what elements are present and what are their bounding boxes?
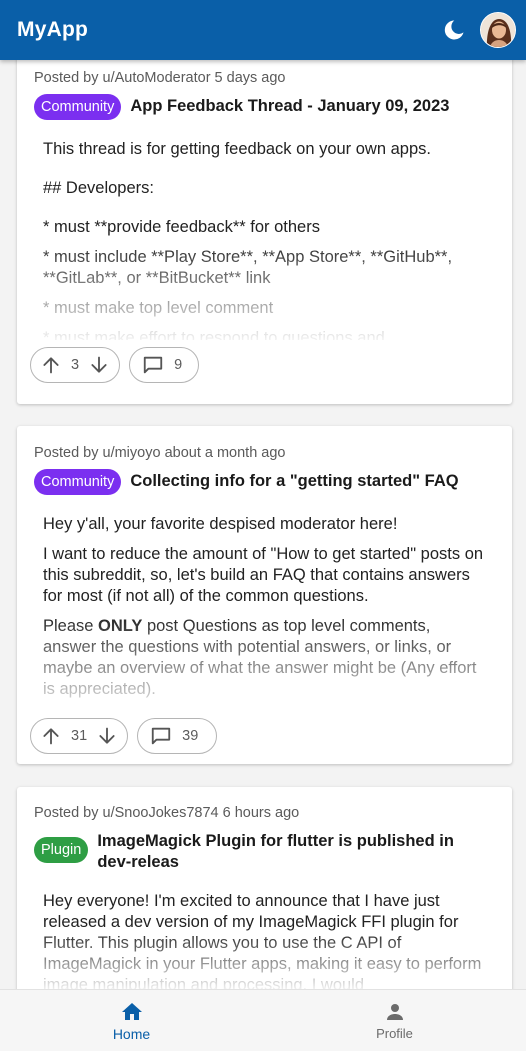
- vote-count: 3: [71, 357, 80, 373]
- vote-control: 3: [30, 347, 121, 383]
- post-actions: 3 9: [30, 347, 200, 383]
- vote-count: 31: [71, 728, 88, 744]
- post-meta: Posted by u/miyoyo about a month ago: [34, 445, 286, 461]
- post-body-line: I want to reduce the amount of "How to g…: [43, 545, 484, 605]
- post-body-line: * must **provide feedback** for others: [43, 218, 320, 236]
- comment-count: 9: [174, 357, 183, 373]
- comment-icon: [151, 727, 171, 745]
- post-title[interactable]: ImageMagick Plugin for flutter is publis…: [97, 829, 492, 873]
- nav-home[interactable]: Home: [0, 990, 263, 1051]
- upvote-icon[interactable]: [41, 726, 61, 746]
- post-body-line: * must include **Play Store**, **App Sto…: [43, 248, 453, 287]
- home-icon: [121, 1002, 142, 1020]
- person-icon: [386, 1004, 403, 1020]
- user-avatar[interactable]: [480, 12, 516, 48]
- post-card[interactable]: Posted by u/SnooJokes7874 6 hours ago Pl…: [17, 787, 512, 990]
- post-meta: Posted by u/SnooJokes7874 6 hours ago: [34, 805, 300, 821]
- downvote-icon[interactable]: [97, 726, 117, 746]
- upvote-icon[interactable]: [41, 355, 61, 375]
- post-body-line: * must make effort to respond to questio…: [43, 329, 385, 340]
- nav-profile[interactable]: Profile: [263, 990, 526, 1051]
- post-feed[interactable]: Posted by u/AutoModerator 5 days ago Com…: [0, 60, 526, 990]
- post-title[interactable]: Collecting info for a "getting started" …: [130, 469, 458, 492]
- nav-profile-label: Profile: [376, 1026, 413, 1041]
- post-flair[interactable]: Community: [34, 469, 122, 495]
- post-body-line: Hey everyone! I'm excited to announce th…: [43, 892, 482, 990]
- post-card[interactable]: Posted by u/miyoyo about a month ago Com…: [17, 426, 512, 764]
- downvote-icon[interactable]: [89, 355, 109, 375]
- dark-mode-toggle[interactable]: [434, 10, 474, 50]
- post-body: Hey y'all, your favorite despised modera…: [43, 514, 488, 716]
- post-body-line: Hey y'all, your favorite despised modera…: [43, 515, 398, 533]
- post-meta: Posted by u/AutoModerator 5 days ago: [34, 70, 286, 86]
- moon-icon: [444, 20, 464, 40]
- post-flair[interactable]: Community: [34, 94, 122, 120]
- nav-home-label: Home: [112, 1025, 151, 1042]
- comment-count: 39: [182, 728, 199, 744]
- post-body: Hey everyone! I'm excited to announce th…: [43, 891, 488, 990]
- bottom-navigation: Home Profile: [0, 989, 526, 1051]
- app-bar: MyApp: [0, 0, 526, 60]
- avatar-image-icon: [481, 13, 515, 47]
- post-body: This thread is for getting feedback on y…: [43, 139, 488, 340]
- post-body-line: This thread is for getting feedback on y…: [43, 140, 431, 158]
- post-title[interactable]: App Feedback Thread - January 09, 2023: [130, 94, 449, 117]
- comments-button[interactable]: 39: [137, 718, 218, 754]
- post-body-line: ## Developers:: [43, 179, 154, 197]
- comments-button[interactable]: 9: [129, 347, 200, 383]
- comment-icon: [143, 356, 163, 374]
- vote-control: 31: [30, 718, 129, 754]
- post-card[interactable]: Posted by u/AutoModerator 5 days ago Com…: [17, 60, 512, 404]
- post-flair[interactable]: Plugin: [34, 837, 89, 863]
- post-body-line: * must make top level comment: [43, 299, 274, 317]
- post-body-line: Please ONLY post Questions as top level …: [43, 617, 477, 698]
- post-actions: 31 39: [30, 718, 218, 754]
- app-title: MyApp: [17, 18, 88, 41]
